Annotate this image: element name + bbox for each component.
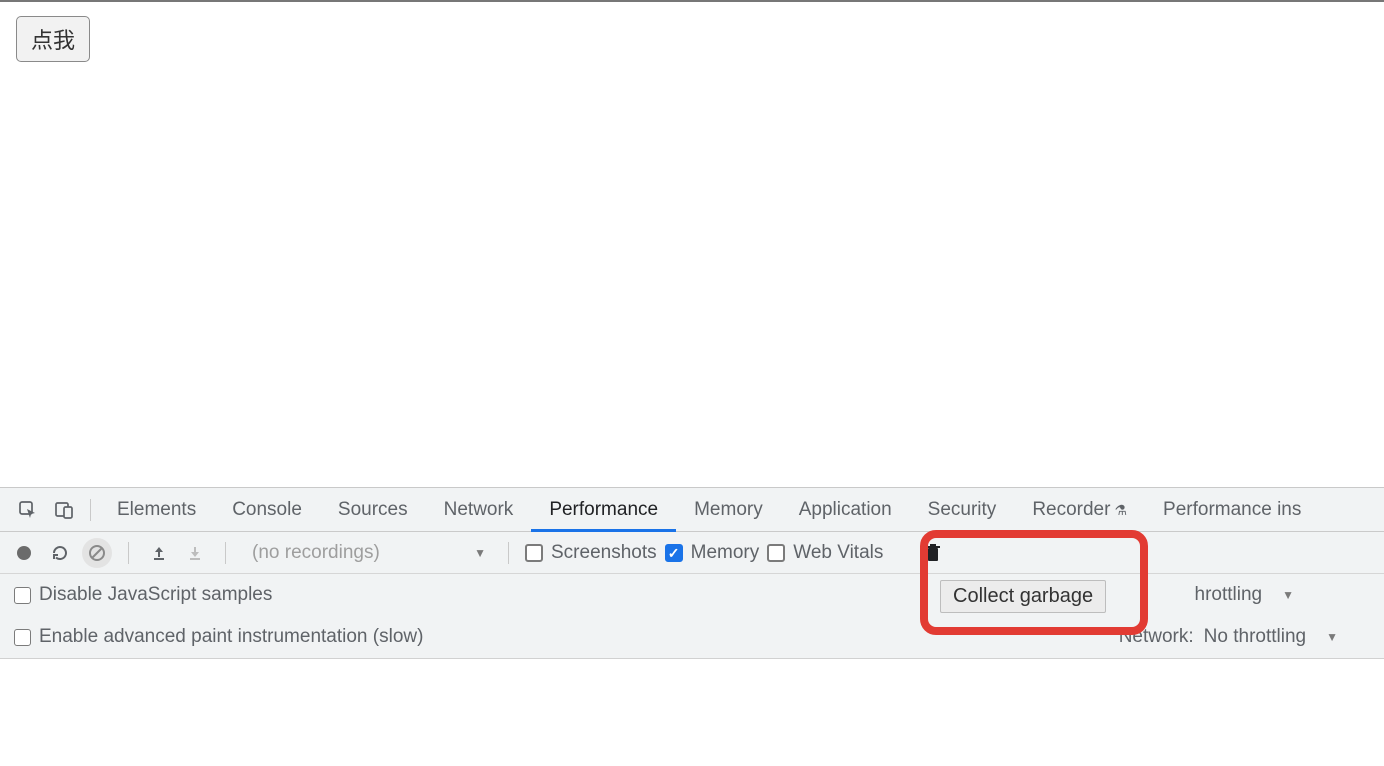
page-content: 点我 [0,0,1384,487]
tab-security[interactable]: Security [910,488,1015,532]
tab-performance[interactable]: Performance [531,488,676,532]
disable-js-samples-label: Disable JavaScript samples [39,584,272,606]
devtools-tabs: Elements Console Sources Network Perform… [0,488,1384,532]
chevron-down-icon: ▼ [1282,588,1294,602]
enable-paint-label: Enable advanced paint instrumentation (s… [39,626,423,648]
separator [225,542,226,564]
network-value: No throttling [1204,626,1306,648]
recordings-placeholder: (no recordings) [252,542,380,564]
tab-performance-insights[interactable]: Performance ins [1145,488,1319,532]
reload-record-button[interactable] [46,539,74,567]
web-vitals-checkbox[interactable]: Web Vitals [767,542,883,564]
separator [508,542,509,564]
record-button[interactable] [10,539,38,567]
cpu-throttling-select[interactable]: hrottling ▼ [1195,584,1295,606]
option-row-js-samples: Disable JavaScript samples hrottling ▼ [0,574,1384,616]
collect-garbage-button[interactable] [919,539,947,567]
separator [128,542,129,564]
memory-label: Memory [691,542,760,564]
checkbox-icon [525,544,543,562]
flask-icon: ⚗ [1114,502,1127,518]
enable-paint-checkbox[interactable]: Enable advanced paint instrumentation (s… [14,626,423,648]
chevron-down-icon: ▼ [474,546,486,560]
option-row-paint: Enable advanced paint instrumentation (s… [0,616,1384,658]
tab-recorder-label: Recorder [1032,499,1110,520]
checkbox-icon [14,587,31,604]
disable-js-samples-checkbox[interactable]: Disable JavaScript samples [14,584,272,606]
collect-garbage-tooltip: Collect garbage [940,580,1106,613]
devtools-panel: Elements Console Sources Network Perform… [0,487,1384,659]
click-me-button[interactable]: 点我 [16,16,90,62]
performance-options: Disable JavaScript samples hrottling ▼ E… [0,574,1384,659]
device-toolbar-icon[interactable] [52,498,76,522]
network-throttling-select[interactable]: Network: No throttling ▼ [1119,626,1338,648]
checkbox-icon [767,544,785,562]
tab-sources[interactable]: Sources [320,488,426,532]
separator [90,499,91,521]
tab-console[interactable]: Console [214,488,320,532]
tab-memory[interactable]: Memory [676,488,781,532]
download-button [181,539,209,567]
recordings-select[interactable]: (no recordings) ▼ [242,539,492,567]
tab-recorder[interactable]: Recorder⚗ [1014,488,1145,532]
screenshots-label: Screenshots [551,542,657,564]
tab-elements[interactable]: Elements [99,488,214,532]
tab-network[interactable]: Network [426,488,532,532]
checkbox-icon [14,629,31,646]
cpu-throttling-value: hrottling [1195,584,1263,606]
inspect-element-icon[interactable] [16,498,40,522]
checkbox-icon [665,544,683,562]
web-vitals-label: Web Vitals [793,542,883,564]
performance-toolbar: (no recordings) ▼ Screenshots Memory Web… [0,532,1384,574]
chevron-down-icon: ▼ [1326,630,1338,644]
memory-checkbox[interactable]: Memory [665,542,760,564]
upload-button[interactable] [145,539,173,567]
clear-button[interactable] [82,538,112,568]
network-label: Network: [1119,626,1194,648]
tab-application[interactable]: Application [781,488,910,532]
screenshots-checkbox[interactable]: Screenshots [525,542,657,564]
